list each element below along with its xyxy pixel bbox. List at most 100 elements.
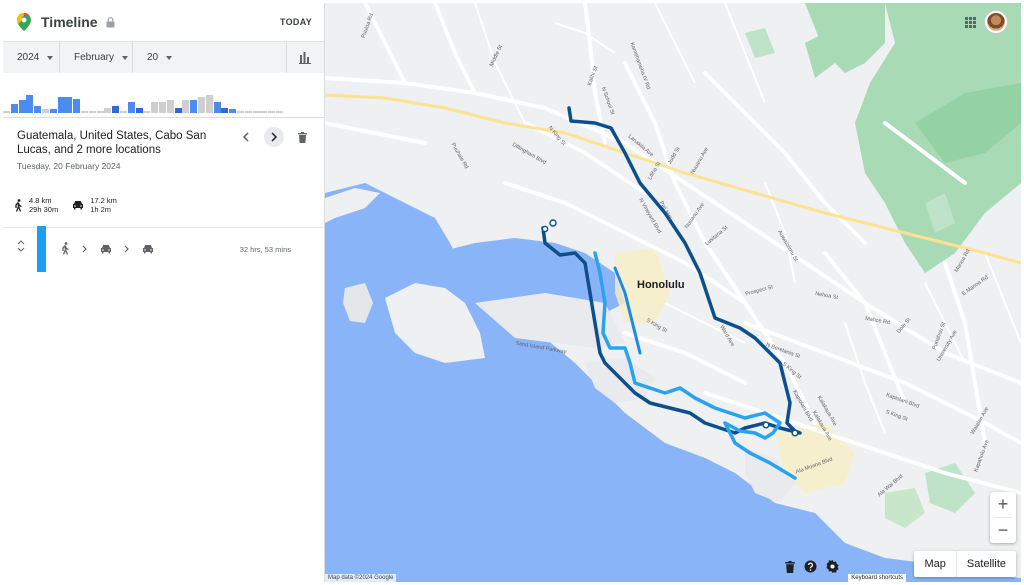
histogram-bars (3, 77, 302, 113)
avatar[interactable] (985, 11, 1007, 33)
driving-stat: 17.2 km 1h 2m (72, 196, 117, 214)
chevron-down-icon (122, 55, 129, 60)
histogram-bar[interactable] (57, 97, 65, 113)
histogram-bar[interactable] (104, 108, 112, 113)
today-button[interactable]: TODAY (280, 17, 312, 27)
map-canvas[interactable]: Honolulu Puuloa Rd Middle St N King St Kali… (325, 3, 1021, 582)
histogram-bar[interactable] (158, 102, 166, 113)
chevron-right-icon (82, 245, 87, 252)
map-type-toggle: Map Satellite (914, 551, 1016, 577)
histogram-bar[interactable] (26, 95, 34, 113)
year-value: 2024 (17, 52, 40, 63)
zoom-controls: + − (990, 492, 1016, 543)
travel-stats: 4.8 km 29h 30m 17.2 km 1h 2m (14, 196, 117, 214)
trash-icon (297, 131, 307, 143)
zoom-in-button[interactable]: + (990, 492, 1016, 517)
summary-date: Tuesday, 20 February 2024 (17, 161, 121, 171)
histogram-bar[interactable] (127, 102, 135, 113)
walking-icon (62, 242, 69, 255)
histogram-bar[interactable] (275, 111, 283, 113)
histogram-bar[interactable] (49, 109, 57, 113)
walking-icon (15, 198, 22, 212)
year-select[interactable]: 2024 (3, 42, 60, 73)
account-controls (965, 11, 1007, 33)
car-icon (101, 244, 111, 253)
delete-day-button[interactable] (292, 127, 312, 147)
histogram-bar[interactable] (166, 100, 174, 113)
histogram-bar[interactable] (135, 108, 143, 113)
day-navigation (236, 127, 312, 147)
histogram-bar[interactable] (112, 106, 120, 113)
histogram-bar[interactable] (174, 108, 182, 113)
zoom-out-button[interactable]: − (990, 518, 1016, 543)
histogram-bar[interactable] (65, 97, 73, 113)
chevron-left-icon (242, 132, 249, 142)
map-base-layer (325, 3, 1021, 582)
histogram-bar[interactable] (3, 111, 10, 113)
date-selector-bar: 2024 February 20 (3, 41, 324, 73)
histogram-bar[interactable] (41, 109, 49, 113)
histogram-bar[interactable] (143, 111, 151, 113)
car-icon (73, 201, 84, 210)
insights-chart-button[interactable] (286, 42, 324, 73)
day-summary: Guatemala, United States, Cabo San Lucas… (3, 118, 324, 228)
help-button[interactable] (804, 560, 817, 573)
help-icon (804, 560, 817, 573)
settings-button[interactable] (826, 560, 839, 573)
segment-duration: 32 hrs, 53 mins (239, 245, 291, 254)
lock-icon (106, 16, 115, 27)
visited-places: Guatemala, United States, Cabo San Lucas… (17, 130, 207, 156)
apps-grid-icon[interactable] (965, 16, 976, 28)
map-tools (785, 560, 839, 573)
transport-modes (61, 242, 154, 255)
gear-icon (826, 560, 839, 573)
month-value: February (74, 52, 115, 63)
car-icon (143, 244, 153, 253)
expand-collapse-toggle[interactable] (17, 240, 25, 252)
histogram-bar[interactable] (190, 100, 198, 113)
histogram-bar[interactable] (252, 111, 260, 113)
walking-stat: 4.8 km 29h 30m (14, 196, 58, 214)
histogram-bar[interactable] (236, 111, 244, 113)
trash-icon (785, 560, 795, 573)
previous-day-button[interactable] (236, 127, 256, 147)
keyboard-shortcuts-link[interactable]: Keyboard shortcuts (848, 574, 906, 582)
histogram-bar[interactable] (34, 106, 42, 113)
histogram-bar[interactable] (151, 102, 159, 113)
google-maps-pin-icon (17, 13, 31, 31)
chevron-down-icon (166, 55, 173, 60)
histogram-bar[interactable] (221, 108, 229, 113)
histogram-bar[interactable] (213, 102, 221, 113)
driving-distance: 17.2 km (90, 196, 117, 205)
histogram-bar[interactable] (73, 99, 81, 113)
bar-chart-icon (299, 51, 311, 64)
month-select[interactable]: February (60, 42, 133, 73)
next-day-button[interactable] (264, 127, 284, 147)
walking-distance: 4.8 km (29, 196, 52, 205)
histogram-bar[interactable] (229, 109, 237, 113)
map-view-button[interactable]: Map (914, 551, 955, 577)
histogram-bar[interactable] (197, 97, 205, 113)
histogram-bar[interactable] (182, 100, 190, 113)
histogram-bar[interactable] (244, 111, 252, 113)
walking-duration: 29h 30m (29, 205, 59, 214)
driving-duration: 1h 2m (90, 205, 112, 214)
timeline-segment[interactable]: 32 hrs, 53 mins (3, 226, 324, 278)
histogram-bar[interactable] (18, 100, 26, 113)
histogram-bar[interactable] (96, 111, 104, 113)
histogram-bar[interactable] (88, 111, 96, 113)
satellite-view-button[interactable]: Satellite (955, 551, 1016, 577)
histogram-bar[interactable] (205, 95, 213, 113)
histogram-bar[interactable] (119, 111, 127, 113)
day-select[interactable]: 20 (133, 42, 192, 73)
delete-button[interactable] (785, 560, 795, 573)
histogram-bar[interactable] (80, 111, 88, 113)
chevron-down-icon (47, 55, 54, 60)
city-label: Honolulu (637, 279, 685, 291)
activity-histogram (3, 73, 324, 118)
histogram-bar[interactable] (260, 111, 268, 113)
timeline-header: Timeline TODAY (3, 3, 324, 41)
histogram-bar[interactable] (10, 104, 18, 113)
segment-color-bar (37, 226, 46, 272)
histogram-bar[interactable] (268, 111, 276, 113)
